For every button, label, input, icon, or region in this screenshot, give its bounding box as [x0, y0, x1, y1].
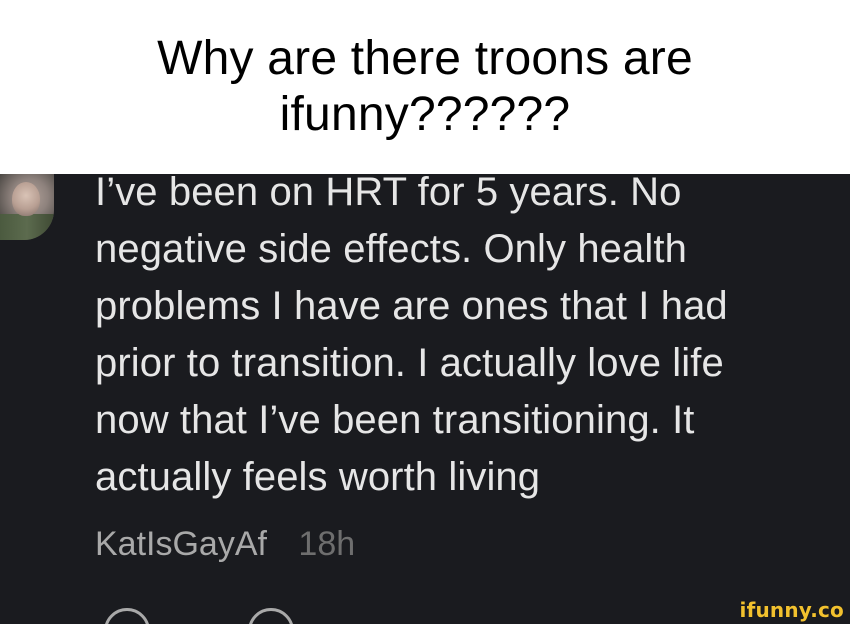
comment-action-icon[interactable] — [248, 608, 294, 624]
ifunny-watermark: ifunny.co — [739, 598, 844, 622]
user-avatar[interactable] — [0, 174, 54, 240]
avatar-face — [12, 182, 40, 216]
comment-screenshot: I’ve been on HRT for 5 years. No negativ… — [0, 174, 850, 624]
comment-line-2: negative side effects. Only health — [95, 227, 687, 271]
caption-line-1: Why are there troons are — [157, 32, 693, 85]
comment-line-3: problems I have are ones that I had — [95, 284, 728, 328]
comment-line-6: actually feels worth living — [95, 455, 541, 499]
caption-line-2: ifunny?????? — [279, 88, 571, 141]
comment-actions — [0, 602, 850, 624]
comment-line-4: prior to transition. I actually love lif… — [95, 341, 724, 385]
comment-time: 18h — [298, 525, 356, 563]
meme-caption: Why are there troons are ifunny?????? — [0, 0, 850, 174]
comment-username[interactable]: KatIsGayAf — [95, 525, 267, 563]
comment-body: I’ve been on HRT for 5 years. No negativ… — [95, 174, 850, 506]
comment-line-5: now that I’ve been transitioning. It — [95, 398, 695, 442]
comment-line-1: I’ve been on HRT for 5 years. No — [95, 174, 682, 214]
comment-action-icon[interactable] — [104, 608, 150, 624]
meme-page: Why are there troons are ifunny?????? I’… — [0, 0, 850, 624]
avatar-shoulder — [0, 214, 54, 240]
comment-meta: KatIsGayAf 18h — [95, 524, 355, 564]
